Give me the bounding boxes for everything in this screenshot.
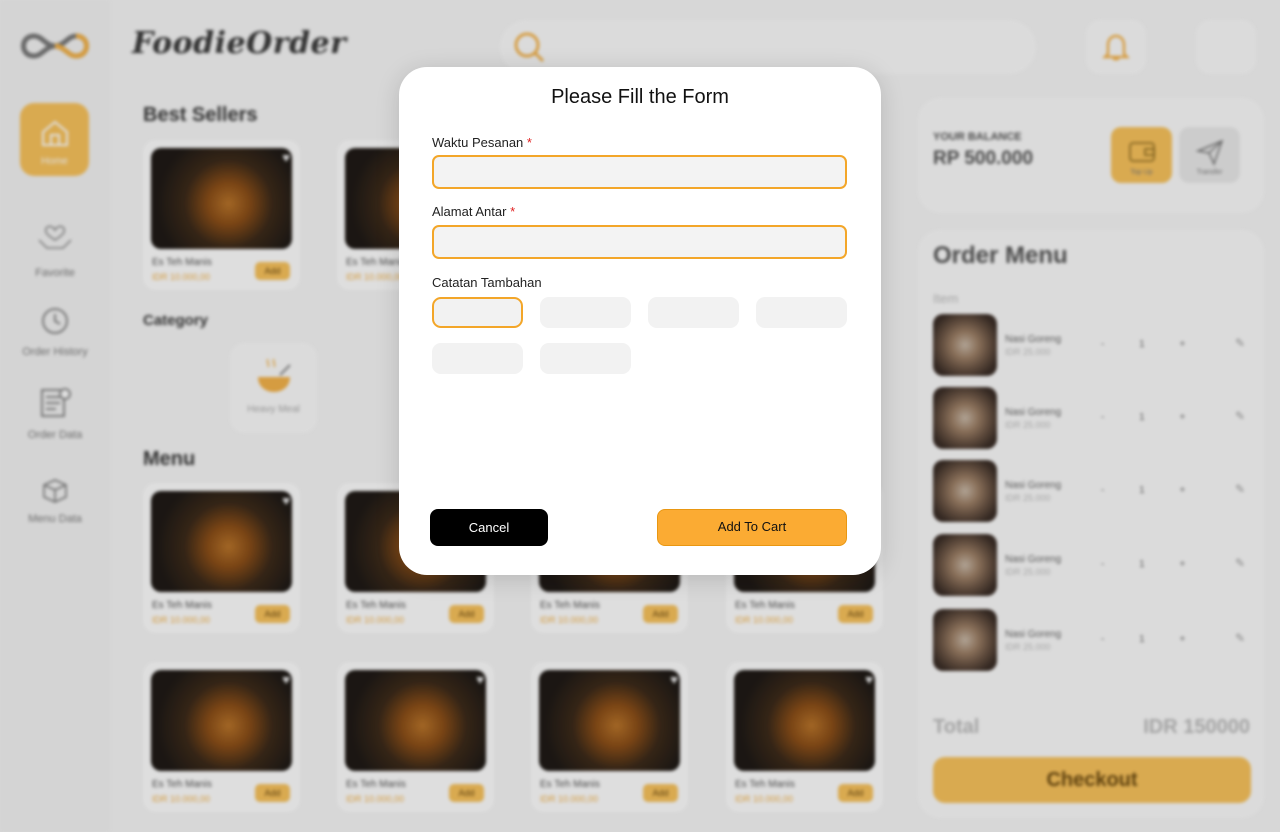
note-chip[interactable]	[648, 297, 739, 328]
required-mark: *	[526, 135, 532, 150]
modal-title: Please Fill the Form	[551, 86, 729, 108]
alamat-antar-label: Alamat Antar *	[432, 204, 515, 219]
add-to-cart-button[interactable]: Add To Cart	[657, 509, 847, 546]
cancel-button[interactable]: Cancel	[430, 509, 548, 546]
note-chip[interactable]	[432, 297, 523, 328]
note-chip[interactable]	[756, 297, 847, 328]
alamat-antar-input[interactable]	[432, 225, 847, 259]
waktu-pesanan-label: Waktu Pesanan *	[432, 135, 532, 150]
note-chip[interactable]	[540, 343, 631, 374]
note-chip[interactable]	[432, 343, 523, 374]
catatan-tambahan-label: Catatan Tambahan	[432, 275, 542, 290]
waktu-pesanan-input[interactable]	[432, 155, 847, 189]
required-mark: *	[510, 204, 516, 219]
order-form-modal: Please Fill the Form Waktu Pesanan * Ala…	[399, 67, 881, 575]
note-chip[interactable]	[540, 297, 631, 328]
field-label-text: Waktu Pesanan	[432, 135, 524, 150]
field-label-text: Alamat Antar	[432, 204, 507, 219]
